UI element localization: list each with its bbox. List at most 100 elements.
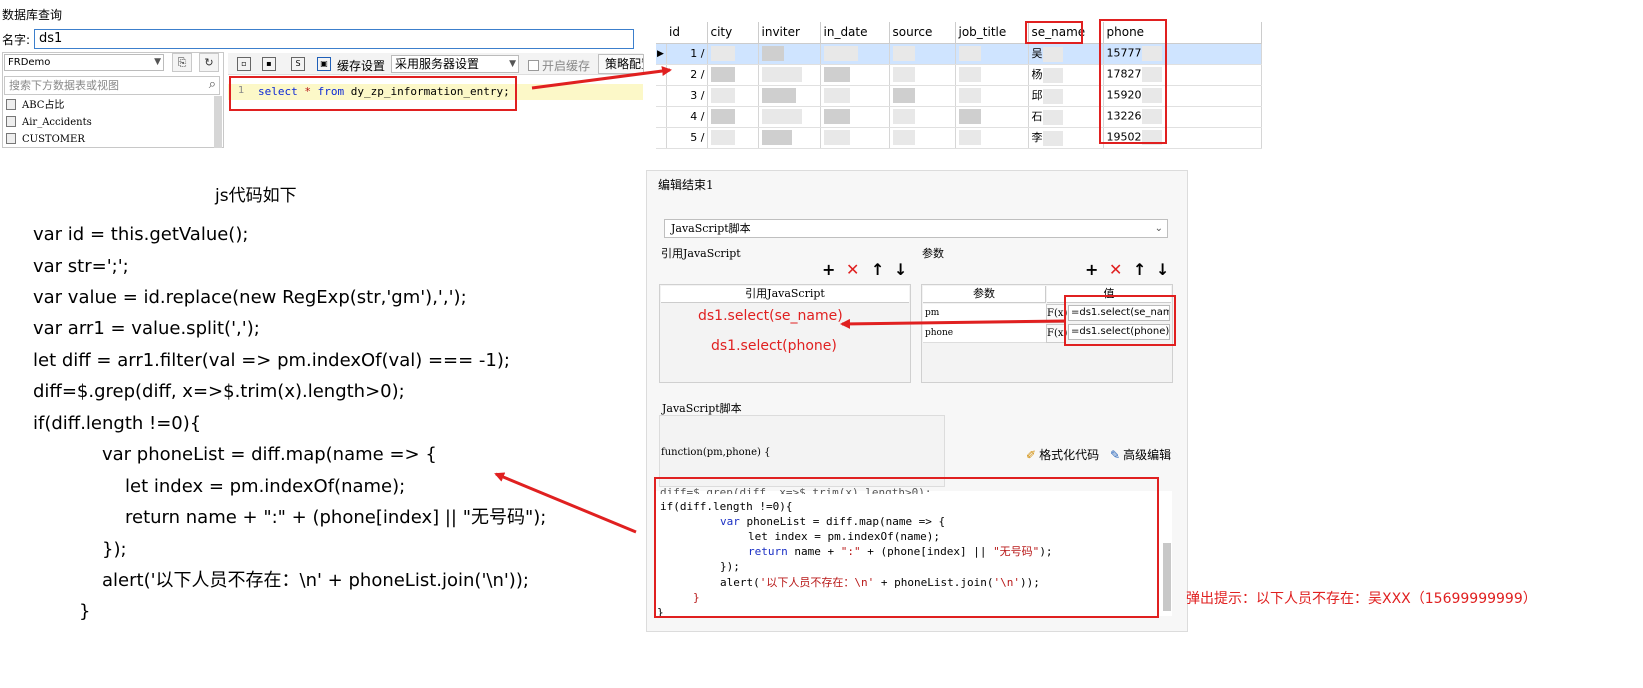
cell-blurred — [758, 64, 821, 86]
cell-blurred — [758, 85, 821, 107]
format-code-button[interactable]: ✐ 格式化代码 — [1026, 446, 1099, 463]
column-header[interactable]: city — [707, 22, 759, 44]
table-list-scrollbar[interactable] — [214, 96, 222, 148]
policy-config-button[interactable]: 策略配置 — [598, 54, 644, 74]
format-code-label: 格式化代码 — [1039, 448, 1100, 462]
dialog-title: 编辑结束1 — [658, 178, 714, 192]
param-value-highlight-box — [1064, 295, 1176, 346]
move-down-icon[interactable]: ↓ — [894, 260, 907, 279]
move-up-icon[interactable]: ↑ — [1133, 260, 1146, 279]
cell-blurred — [955, 85, 1029, 107]
cell-name: 杨 — [1028, 64, 1104, 86]
code-line: }); — [102, 539, 127, 560]
table-icon — [6, 116, 16, 127]
code-line: var id = this.getValue(); — [33, 224, 249, 245]
table-item[interactable]: ABC占比 — [6, 98, 64, 114]
table-row[interactable]: 3 / 邱 15920 — [656, 85, 1262, 107]
column-header[interactable]: in_date — [820, 22, 890, 44]
script-type-value: JavaScript脚本 — [671, 222, 751, 235]
script-editor-scrollbar[interactable] — [1163, 543, 1171, 611]
move-down-icon[interactable]: ↓ — [1156, 260, 1169, 279]
cell-id: 2 / — [666, 64, 708, 86]
row-pointer-icon: ▶ — [656, 43, 667, 65]
code-line: } — [79, 601, 91, 622]
cell-name: 邱 — [1028, 85, 1104, 107]
code-line: var str=';'; — [33, 256, 129, 277]
cell-blurred — [707, 85, 759, 107]
table-icon — [6, 133, 16, 144]
table-search-placeholder: 搜索下方数据表或视图 — [9, 79, 119, 92]
table-row[interactable]: ▶ 1 / 吴 15777 — [656, 43, 1262, 65]
js-code-caption: js代码如下 — [215, 186, 297, 206]
cell-blurred — [889, 43, 956, 65]
param-name-cell[interactable]: pm — [923, 304, 1046, 323]
formula-icon[interactable]: F(x) — [1046, 324, 1067, 343]
table-item-label: ABC占比 — [22, 100, 65, 111]
save-icon[interactable]: ▪ — [262, 57, 276, 71]
cell-blurred — [889, 106, 956, 128]
cell-blurred — [707, 127, 759, 149]
cell-blurred — [758, 127, 821, 149]
name-label: 名字: — [2, 33, 31, 47]
advanced-edit-button[interactable]: ✎ 高级编辑 — [1110, 446, 1171, 463]
column-header[interactable]: source — [889, 22, 956, 44]
cell-blurred — [820, 85, 890, 107]
server-setting-select[interactable]: 采用服务器设置 ▼ — [391, 55, 519, 73]
chevron-down-icon: ▼ — [509, 59, 516, 69]
code-line: var value = id.replace(new RegExp(str,'g… — [33, 287, 467, 308]
row-indicator — [656, 106, 667, 128]
code-line: let diff = arr1.filter(val => pm.indexOf… — [33, 350, 510, 371]
cell-blurred — [707, 64, 759, 86]
database-select[interactable]: FRDemo ▼ — [4, 54, 164, 71]
cell-name: 石 — [1028, 106, 1104, 128]
delete-icon[interactable]: ✕ — [1109, 260, 1122, 279]
row-indicator — [656, 85, 667, 107]
cell-blurred — [955, 127, 1029, 149]
popup-message-annotation: 弹出提示：以下人员不存在：吴XXX（15699999999） — [1186, 591, 1537, 607]
phone-highlight-box — [1099, 19, 1167, 144]
table-row[interactable]: 2 / 杨 17827 — [656, 64, 1262, 86]
add-icon[interactable]: + — [822, 260, 835, 279]
ref-js-label: 引用JavaScript — [661, 247, 741, 260]
dataset-name-input[interactable]: ds1 — [34, 29, 634, 49]
cell-blurred — [889, 127, 956, 149]
open-cache-checkbox[interactable]: 开启缓存 — [528, 57, 590, 74]
annotation-text: ds1.select(se_name) — [698, 308, 843, 324]
code-line: var arr1 = value.split(','); — [33, 318, 260, 339]
preview-icon[interactable]: ▫ — [237, 57, 251, 71]
table-row[interactable]: 4 / 石 13226 — [656, 106, 1262, 128]
code-line: return name + ":" + (phone[index] || "无号… — [125, 507, 547, 528]
screenshot-root: 数据库查询 名字: ds1 FRDemo ▼ ⎘ ↻ 搜索下方数据表或视图 ⌕ … — [0, 0, 1643, 688]
table-item[interactable]: Air_Accidents — [6, 115, 92, 131]
script-type-select[interactable]: JavaScript脚本 ⌄ — [664, 219, 1168, 238]
table-row[interactable]: 5 / 李 19502 — [656, 127, 1262, 149]
code-line: let index = pm.indexOf(name); — [125, 476, 406, 497]
table-item-label: Air_Accidents — [22, 117, 92, 128]
formula-icon[interactable]: F(x) — [1046, 304, 1067, 323]
column-header[interactable]: job_title — [955, 22, 1029, 44]
add-icon[interactable]: + — [1085, 260, 1098, 279]
row-indicator — [656, 64, 667, 86]
table-item[interactable]: CUSTOMER — [6, 132, 85, 148]
cell-id: 5 / — [666, 127, 708, 149]
cell-blurred — [707, 106, 759, 128]
se-name-highlight-box — [1025, 21, 1083, 44]
table-search-input[interactable]: 搜索下方数据表或视图 ⌕ — [4, 76, 220, 95]
cache-icon[interactable]: ▣ — [317, 57, 331, 71]
delete-icon[interactable]: ✕ — [846, 260, 859, 279]
column-header[interactable]: id — [666, 22, 708, 44]
cell-blurred — [955, 43, 1029, 65]
sql-icon-button[interactable]: ⎘ — [172, 53, 192, 72]
cell-blurred — [889, 85, 956, 107]
refresh-icon[interactable]: ↻ — [199, 53, 219, 72]
column-header[interactable]: inviter — [758, 22, 821, 44]
server-setting-value: 采用服务器设置 — [395, 57, 480, 71]
cell-blurred — [820, 43, 890, 65]
sql-icon[interactable]: S — [291, 57, 305, 71]
script-highlight-box — [654, 477, 1159, 618]
param-name-cell[interactable]: phone — [923, 324, 1046, 343]
ref-js-header: 引用JavaScript — [661, 286, 909, 303]
move-up-icon[interactable]: ↑ — [871, 260, 884, 279]
annotation-text: ds1.select(phone) — [711, 338, 837, 354]
cache-settings-button[interactable]: 缓存设置 — [337, 57, 385, 74]
